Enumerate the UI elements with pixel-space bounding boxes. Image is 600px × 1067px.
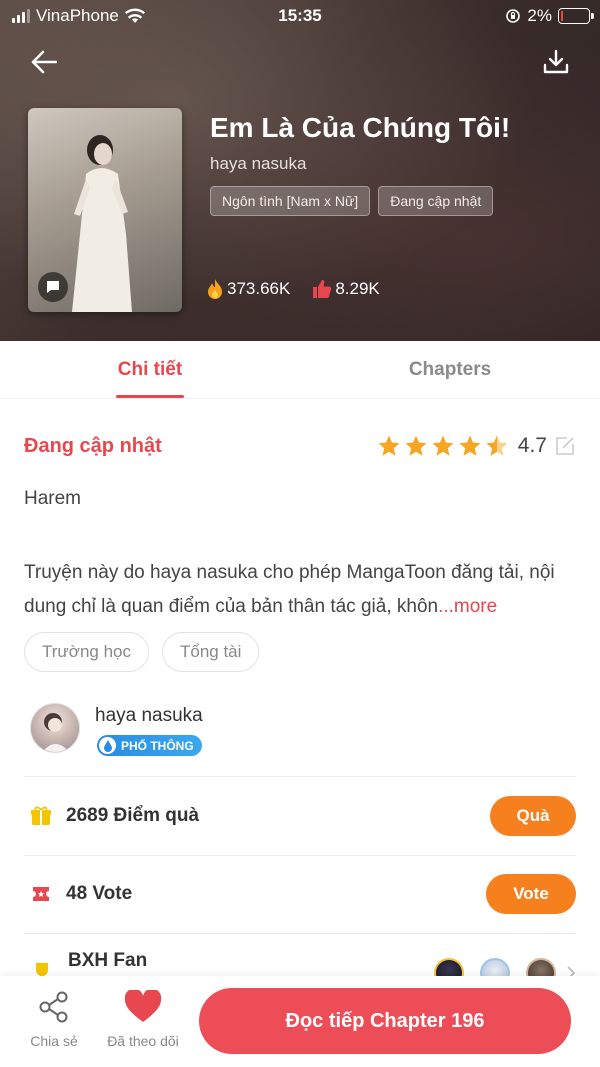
share-label: Chia sẻ [30, 1033, 78, 1049]
water-drop-icon [99, 737, 116, 754]
follow-label: Đã theo dõi [107, 1033, 179, 1049]
vote-count: 48 Vote [66, 883, 133, 904]
heart-icon [124, 988, 162, 1022]
tag-genre[interactable]: Ngôn tình [Nam x Nữ] [210, 186, 371, 216]
rating-value: 4.7 [517, 434, 547, 457]
share-icon [39, 991, 68, 1023]
avatar[interactable] [30, 703, 80, 753]
arrow-left-icon [31, 50, 57, 74]
star-icon [405, 435, 427, 456]
views-stat: 373.66K [206, 278, 290, 300]
fire-icon [208, 279, 222, 299]
comment-icon [47, 281, 59, 293]
status-bar: VinaPhone 15:35 2% [0, 0, 600, 32]
continue-reading-button[interactable]: Đọc tiếp Chapter 196 [199, 988, 571, 1054]
status-rating-row: Đang cập nhật 4.7 [24, 430, 576, 462]
download-button[interactable] [536, 44, 576, 80]
back-button[interactable] [24, 44, 64, 80]
follow-button[interactable]: Đã theo dõi [103, 988, 183, 1049]
gift-button[interactable]: Quà [490, 796, 576, 836]
star-icon [459, 435, 481, 456]
star-half-icon [486, 435, 508, 456]
vote-row: 48 Vote Vote [30, 874, 576, 914]
pill-school[interactable]: Trường học [24, 632, 149, 672]
ticket-icon [33, 887, 49, 901]
share-button[interactable]: Chia sẻ [14, 990, 94, 1049]
likes-stat: 8.29K [312, 278, 380, 300]
genre-text: Harem [24, 488, 82, 509]
keyword-pills: Trường học Tổng tài [24, 632, 260, 672]
book-stats: 373.66K 8.29K [206, 278, 380, 300]
cover-illustration [72, 135, 132, 312]
author-level-badge: PHỔ THÔNG [97, 735, 202, 756]
book-header: VinaPhone 15:35 2% Em Là Của Chúng Tôi! … [0, 0, 600, 341]
star-icon [432, 435, 454, 456]
tab-chapters[interactable]: Chapters [300, 341, 600, 398]
description: Truyện này do haya nasuka cho phép Manga… [24, 556, 570, 624]
comment-badge [38, 272, 68, 302]
battery-percent: 2% [527, 6, 552, 25]
book-cover[interactable] [28, 108, 182, 312]
author-name: haya nasuka [95, 705, 203, 726]
gift-icon [31, 806, 51, 825]
battery-icon [558, 8, 594, 24]
divider [24, 776, 576, 777]
vote-button[interactable]: Vote [486, 874, 576, 914]
divider [24, 933, 576, 934]
pill-ceo[interactable]: Tổng tài [161, 632, 260, 672]
tab-details[interactable]: Chi tiết [0, 341, 300, 398]
author-level: PHỔ THÔNG [121, 738, 194, 753]
bottom-action-bar: Chia sẻ Đã theo dõi Đọc tiếp Chapter 196 [0, 976, 600, 1067]
orientation-lock-icon [506, 9, 521, 23]
author-card[interactable]: haya nasuka PHỔ THÔNG [30, 703, 570, 761]
more-link[interactable]: ...more [438, 596, 497, 617]
views-count: 373.66K [227, 279, 291, 298]
book-title: Em Là Của Chúng Tôi! [210, 112, 511, 143]
divider [24, 855, 576, 856]
star-icon [378, 435, 400, 456]
thumbs-up-icon [313, 280, 332, 298]
update-status: Đang cập nhật [24, 434, 162, 457]
detail-tabs: Chi tiết Chapters [0, 341, 600, 399]
book-tags: Ngôn tình [Nam x Nữ] Đang cập nhật [210, 186, 494, 216]
avatar-illustration [42, 713, 70, 752]
download-icon [543, 49, 569, 74]
gift-points: 2689 Điểm quà [66, 805, 200, 826]
book-author[interactable]: haya nasuka [210, 154, 306, 174]
gift-row: 2689 Điểm quà Quà [30, 796, 576, 836]
fan-ranking-label: BXH Fan [68, 950, 148, 971]
rating: 4.7 [377, 434, 576, 458]
tag-status: Đang cập nhật [378, 186, 494, 216]
likes-count: 8.29K [335, 279, 380, 298]
edit-rating-icon[interactable] [554, 435, 576, 457]
